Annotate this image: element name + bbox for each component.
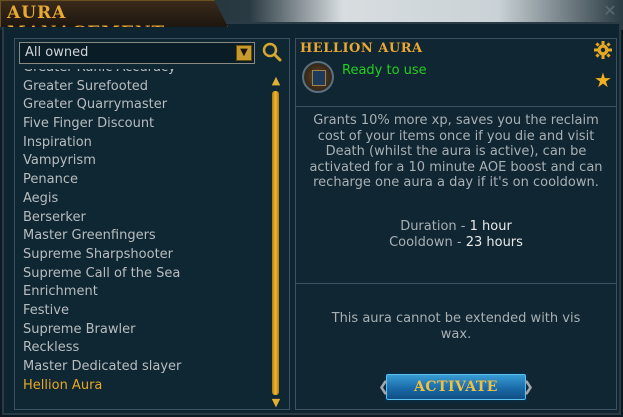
aura-list-item[interactable]: Supreme Brawler <box>23 321 267 340</box>
divider <box>296 106 616 107</box>
aura-list: Greater Runic AccuracyGreater Surefooted… <box>23 69 267 405</box>
duration-row: Duration - 1 hour <box>296 219 616 235</box>
aura-list-item[interactable]: Greater Quarrymaster <box>23 96 267 115</box>
aura-list-item[interactable]: Enrichment <box>23 283 267 302</box>
aura-list-item[interactable]: Greater Runic Accuracy <box>23 69 267 78</box>
aura-description: Grants 10% more xp, saves you the reclai… <box>309 113 603 190</box>
activate-button[interactable]: ❮ ACTIVATE ❯ <box>378 372 534 402</box>
aura-details-panel: HELLION AURA ★ Ready to use Grants 10% m… <box>295 38 617 410</box>
aura-status: Ready to use <box>342 63 427 78</box>
scroll-down-arrow-icon[interactable]: ▼ <box>269 397 283 409</box>
chevron-right-icon: ❯ <box>522 379 534 395</box>
aura-list-item[interactable]: Penance <box>23 171 267 190</box>
search-icon[interactable] <box>261 41 283 63</box>
duration-value: 1 hour <box>469 219 512 234</box>
window-title-tab: AURA MANAGEMENT <box>0 0 228 27</box>
aura-list-item[interactable]: Hellion Aura <box>23 377 267 396</box>
cooldown-value: 23 hours <box>465 234 523 250</box>
star-icon[interactable]: ★ <box>593 70 613 90</box>
chevron-down-icon[interactable]: ▼ <box>236 45 252 61</box>
activate-button-label: ACTIVATE <box>414 379 498 395</box>
scrollbar[interactable]: ▲ ▼ <box>269 75 283 409</box>
duration-label: Duration - <box>400 219 470 234</box>
aura-list-item[interactable]: Berserker <box>23 209 267 228</box>
extend-note: This aura cannot be extended with vis wa… <box>331 311 581 342</box>
cooldown-label: Cooldown - <box>389 234 466 250</box>
hellion-aura-icon <box>302 61 334 93</box>
close-icon[interactable]: ✕ <box>598 0 622 22</box>
scroll-up-arrow-icon[interactable]: ▲ <box>269 75 283 87</box>
aura-list-item[interactable]: Greater Surefooted <box>23 78 267 97</box>
scroll-thumb[interactable] <box>272 91 279 395</box>
aura-list-item[interactable]: Festive <box>23 302 267 321</box>
aura-name: HELLION AURA <box>300 41 423 56</box>
aura-stats: Duration - 1 hour Cooldown - 23 hours <box>296 219 616 250</box>
aura-list-item[interactable]: Master Dedicated slayer <box>23 358 267 377</box>
aura-list-item[interactable]: Five Finger Discount <box>23 115 267 134</box>
aura-list-panel: All owned ▼ Greater Runic AccuracyGreate… <box>14 38 290 410</box>
aura-list-item[interactable]: Vampyrism <box>23 152 267 171</box>
aura-list-item[interactable]: Supreme Call of the Sea <box>23 265 267 284</box>
aura-list-item[interactable]: Inspiration <box>23 134 267 153</box>
aura-list-item[interactable]: Aegis <box>23 190 267 209</box>
aura-list-item[interactable]: Supreme Sharpshooter <box>23 246 267 265</box>
divider <box>296 283 616 284</box>
cooldown-row: Cooldown - 23 hours <box>296 235 616 251</box>
gear-icon[interactable] <box>593 40 613 60</box>
filter-dropdown[interactable]: All owned ▼ <box>19 42 255 64</box>
aura-list-item[interactable]: Reckless <box>23 339 267 358</box>
aura-list-item[interactable]: Master Greenfingers <box>23 227 267 246</box>
filter-dropdown-value: All owned <box>25 45 89 60</box>
